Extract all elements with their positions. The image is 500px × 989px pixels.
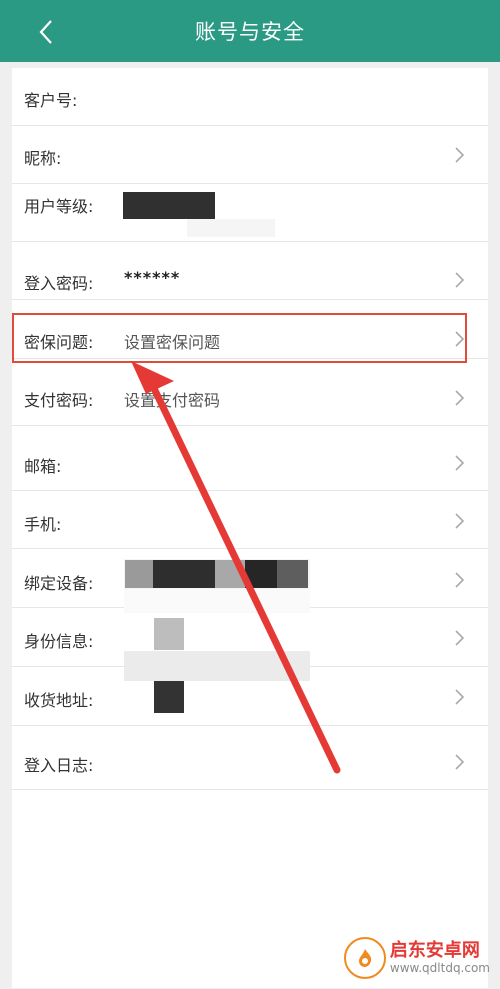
watermark: 启东安卓网 www.qdltdq.com [343, 937, 490, 979]
row-login-password[interactable]: 登入密码: ****** [12, 242, 488, 300]
password-mask: ****** [124, 268, 181, 287]
chevron-right-icon [455, 754, 465, 770]
redacted-block [124, 651, 310, 681]
row-label: 收货地址: [24, 691, 94, 710]
top-bar: 账号与安全 [0, 0, 500, 62]
redacted-block [154, 618, 184, 650]
redacted-block [124, 589, 310, 613]
row-label: 支付密码: [24, 391, 94, 410]
watermark-url: www.qdltdq.com [389, 961, 490, 975]
chevron-right-icon [455, 455, 465, 471]
redacted-block [153, 560, 215, 588]
chevron-right-icon [455, 390, 465, 406]
chevron-right-icon [455, 572, 465, 588]
flame-icon [358, 949, 372, 967]
chevron-right-icon [455, 272, 465, 288]
chevron-right-icon [455, 630, 465, 646]
chevron-right-icon [455, 689, 465, 705]
redacted-block [125, 560, 153, 588]
row-label: 用户等级: [24, 197, 94, 216]
page-title: 账号与安全 [195, 20, 305, 44]
redacted-block [123, 192, 215, 219]
row-label: 客户号: [24, 91, 78, 110]
settings-list: 客户号: 昵称: 用户等级: 登入密码: ****** 密保问题: 设置密保问题… [12, 68, 488, 988]
row-label: 身份信息: [24, 632, 94, 651]
row-nickname[interactable]: 昵称: [12, 126, 488, 184]
chevron-right-icon [455, 513, 465, 529]
redacted-block [245, 560, 277, 588]
row-label: 邮箱: [24, 457, 62, 476]
row-user-level: 用户等级: [12, 184, 488, 242]
row-phone[interactable]: 手机: [12, 491, 488, 549]
redacted-block [215, 560, 245, 588]
row-value: 设置支付密码 [124, 391, 221, 410]
highlight-box [12, 313, 467, 363]
row-label: 昵称: [24, 149, 62, 168]
watermark-logo-icon [343, 937, 386, 979]
redacted-block [277, 560, 308, 588]
chevron-right-icon [455, 147, 465, 163]
redacted-block [154, 681, 184, 713]
row-label: 登入日志: [24, 756, 94, 775]
row-customer-id: 客户号: [12, 68, 488, 126]
redacted-block [187, 219, 275, 237]
row-email[interactable]: 邮箱: [12, 426, 488, 491]
row-login-log[interactable]: 登入日志: [12, 726, 488, 790]
row-label: 登入密码: [24, 274, 94, 293]
watermark-title: 启东安卓网 [389, 940, 480, 961]
row-label: 绑定设备: [24, 574, 94, 593]
row-label: 手机: [24, 515, 62, 534]
row-payment-password[interactable]: 支付密码: 设置支付密码 [12, 359, 488, 426]
